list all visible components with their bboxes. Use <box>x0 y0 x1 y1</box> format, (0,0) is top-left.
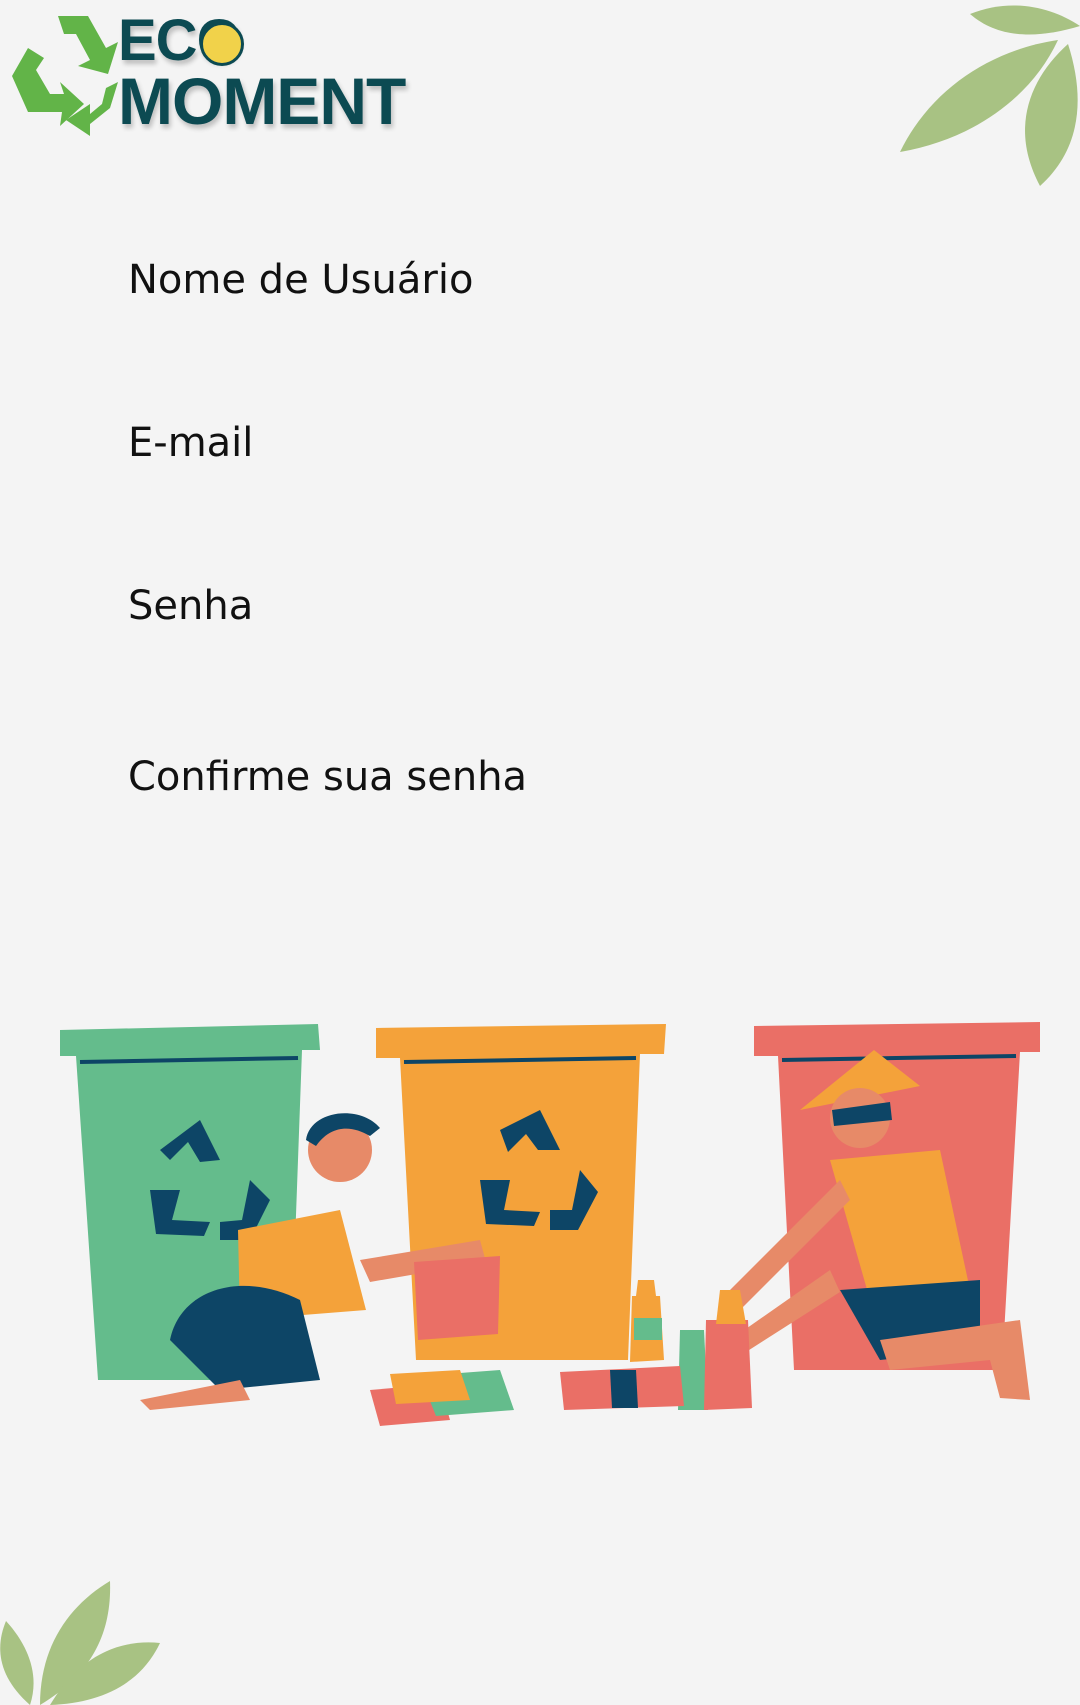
username-label: Nome de Usuário <box>128 257 474 303</box>
brand-logo: ECO MOMENT <box>0 0 430 150</box>
username-field[interactable]: Nome de Usuário <box>128 245 928 315</box>
email-field[interactable]: E-mail <box>128 408 928 478</box>
recycling-illustration <box>60 1022 1040 1426</box>
brand-line-1: ECO <box>118 8 242 73</box>
leaves-decoration-top <box>900 5 1080 186</box>
recycle-icon <box>12 16 118 136</box>
confirm-password-field[interactable]: Confirme sua senha <box>128 742 928 812</box>
password-label: Senha <box>128 583 254 629</box>
brand-line-2: MOMENT <box>118 64 406 138</box>
lightbulb-icon <box>200 22 244 66</box>
password-field[interactable]: Senha <box>128 571 928 641</box>
confirm-password-label: Confirme sua senha <box>128 754 528 800</box>
email-label: E-mail <box>128 420 254 466</box>
leaves-decoration-bottom <box>0 1581 160 1705</box>
